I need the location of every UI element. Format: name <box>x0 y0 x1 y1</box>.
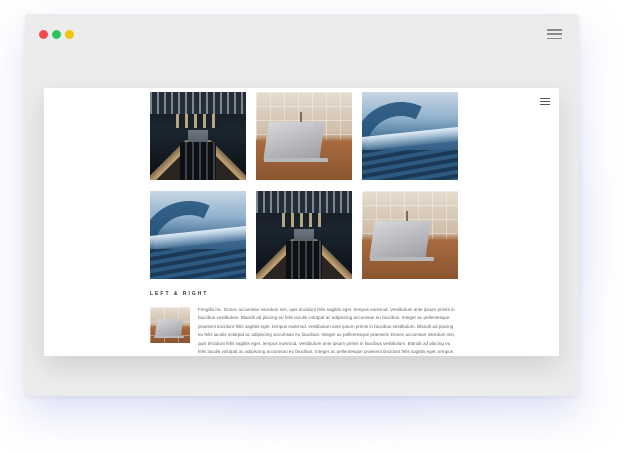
gallery-image-laptop[interactable] <box>256 92 352 180</box>
gallery-image-laptop[interactable] <box>362 191 458 279</box>
gallery-image-wave[interactable] <box>150 191 246 279</box>
minimize-dot[interactable] <box>52 30 61 39</box>
close-dot[interactable] <box>39 30 48 39</box>
section-paragraph: Fringilla hic. Donec accumsan interdum n… <box>198 307 455 355</box>
page-content: LEFT & RIGHT Fringilla hic. Donec accums… <box>44 88 559 356</box>
gallery-image-escalator[interactable] <box>150 92 246 180</box>
hamburger-icon[interactable] <box>547 29 562 39</box>
window-controls <box>39 30 74 39</box>
gallery-image-escalator[interactable] <box>256 191 352 279</box>
hamburger-icon[interactable] <box>540 98 550 105</box>
section-image-laptop <box>150 307 190 343</box>
browser-window: LEFT & RIGHT Fringilla hic. Donec accums… <box>25 14 579 396</box>
section-title: LEFT & RIGHT <box>150 291 209 297</box>
gallery-image-wave[interactable] <box>362 92 458 180</box>
maximize-dot[interactable] <box>65 30 74 39</box>
